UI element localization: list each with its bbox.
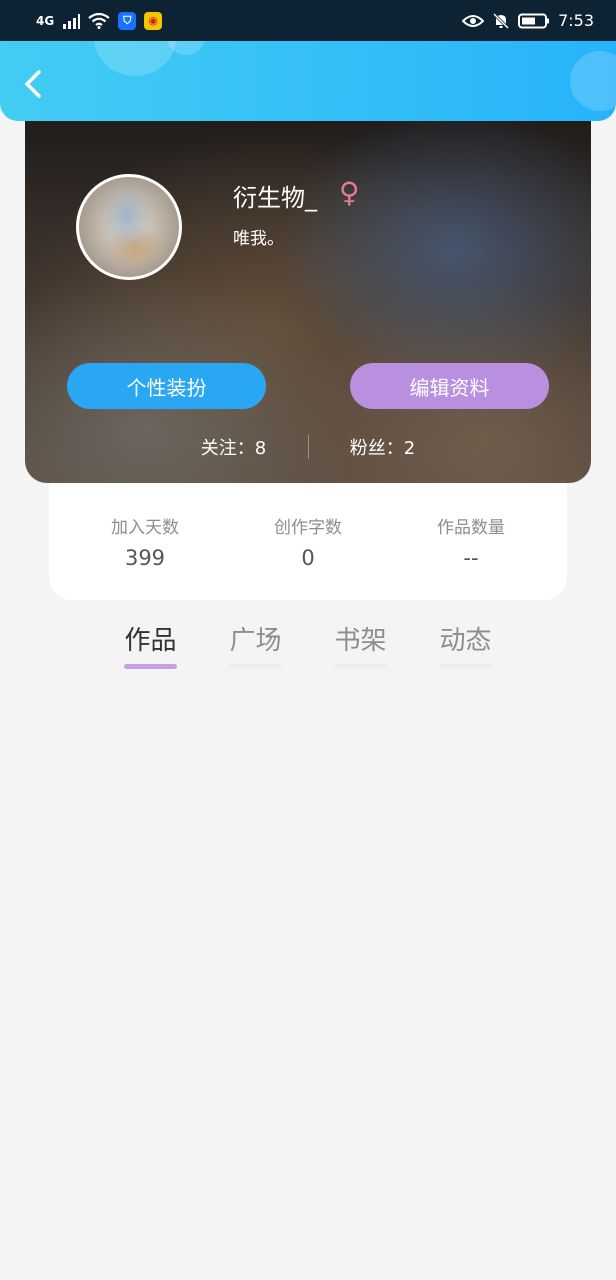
tab-bookshelf[interactable]: 书架 xyxy=(334,620,387,672)
fans-label: 粉丝 xyxy=(349,438,386,459)
status-left: 4G ⛉ ◉ xyxy=(36,11,163,30)
tab-activity[interactable]: 动态 xyxy=(439,620,492,672)
fans-count: 2 xyxy=(403,438,416,459)
shield-app-icon: ⛉ xyxy=(118,11,137,30)
following-label: 关注 xyxy=(200,438,237,459)
network-type: 4G xyxy=(36,13,55,28)
stat-label: 创作字数 xyxy=(274,518,342,538)
stat-join-days: 加入天数 399 xyxy=(85,513,205,600)
top-header xyxy=(0,41,616,121)
signal-icon xyxy=(63,13,81,29)
eye-icon xyxy=(462,14,485,27)
battery-icon xyxy=(518,13,550,28)
tab-bar: 作品 广场 书架 动态 xyxy=(0,620,616,672)
following-count: 8 xyxy=(254,438,267,459)
status-right: 7:53 xyxy=(462,11,594,30)
decor-bubble xyxy=(570,51,616,111)
username: 衍生物_ xyxy=(233,184,317,212)
avatar[interactable] xyxy=(76,174,182,280)
tab-indicator xyxy=(229,664,282,669)
tab-square[interactable]: 广场 xyxy=(229,620,282,672)
tab-label: 广场 xyxy=(229,626,282,656)
tab-label: 书架 xyxy=(334,626,387,656)
tab-label: 动态 xyxy=(439,626,492,656)
mute-bell-icon xyxy=(493,12,510,29)
stat-label: 作品数量 xyxy=(437,518,505,538)
stat-label: 加入天数 xyxy=(111,518,179,538)
chevron-left-icon xyxy=(25,70,41,98)
follow-divider xyxy=(307,435,309,459)
female-symbol-icon: ♀ xyxy=(339,176,360,209)
wifi-icon xyxy=(88,12,110,29)
following-link[interactable]: 关注：8 xyxy=(174,434,294,460)
dress-up-button[interactable]: 个性装扮 xyxy=(67,363,266,409)
follow-stats: 关注：8 粉丝：2 xyxy=(25,433,591,461)
stats-card: 加入天数 399 创作字数 0 作品数量 -- xyxy=(49,483,567,600)
stat-value: -- xyxy=(463,546,479,570)
tab-indicator xyxy=(439,664,492,669)
tab-label: 作品 xyxy=(124,626,177,656)
tab-indicator xyxy=(124,664,177,669)
back-button[interactable] xyxy=(18,67,50,99)
weibo-icon: ◉ xyxy=(144,11,163,30)
profile-card: 衍生物_ ♀ 唯我。 个性装扮 编辑资料 关注：8 粉丝：2 xyxy=(25,110,591,483)
edit-profile-button[interactable]: 编辑资料 xyxy=(350,363,549,409)
fans-link[interactable]: 粉丝：2 xyxy=(323,434,443,460)
tab-works[interactable]: 作品 xyxy=(124,620,177,672)
user-bio: 唯我。 xyxy=(233,229,284,249)
tab-indicator xyxy=(334,664,387,669)
stat-value: 0 xyxy=(301,546,315,570)
decor-bubble xyxy=(94,41,176,76)
status-bar: 4G ⛉ ◉ 7:53 xyxy=(0,0,616,41)
status-time: 7:53 xyxy=(558,11,594,30)
stat-value: 399 xyxy=(124,546,166,570)
stat-works-count: 作品数量 -- xyxy=(411,513,531,600)
stat-word-count: 创作字数 0 xyxy=(248,513,368,600)
